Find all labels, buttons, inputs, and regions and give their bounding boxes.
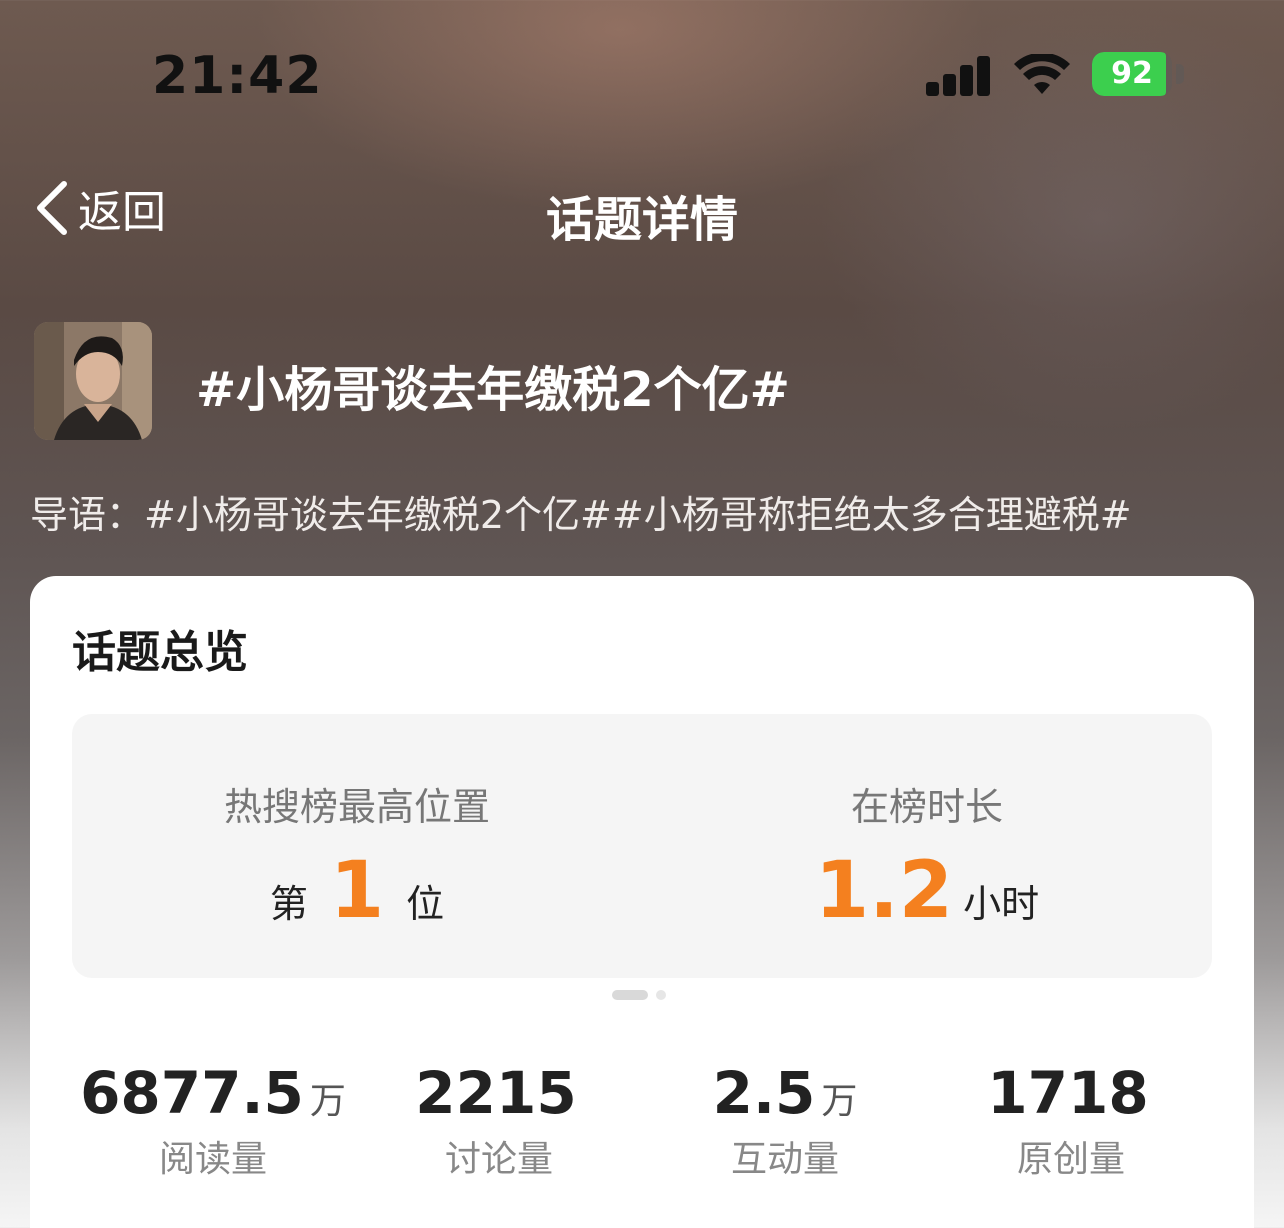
stat-label: 阅读量 — [158, 1138, 267, 1180]
stat-value: 1718 — [987, 1059, 1149, 1127]
rank-label: 热搜榜最高位置 — [223, 785, 490, 829]
stat-label: 讨论量 — [444, 1138, 553, 1180]
rank-number: 1 — [329, 846, 385, 936]
page-dot-active — [612, 990, 648, 1000]
page-dot — [656, 990, 666, 1000]
battery-percent: 92 — [1111, 56, 1153, 91]
stat-unit: 万 — [821, 1081, 858, 1122]
topic-avatar — [34, 322, 152, 440]
overview-title: 话题总览 — [72, 627, 248, 678]
topic-intro: 导语：#小杨哥谈去年缴税2个亿##小杨哥称拒绝太多合理避税# — [30, 493, 1132, 537]
duration-column: 在榜时长 1.2 小时 — [642, 714, 1212, 978]
stat-value: 2.5 — [712, 1059, 816, 1127]
stat-label: 互动量 — [730, 1138, 839, 1180]
rank-suffix: 位 — [406, 882, 445, 926]
page-title: 话题详情 — [545, 192, 738, 248]
duration-number: 1.2 — [814, 846, 954, 936]
rank-prefix: 第 — [269, 882, 308, 926]
rank-value-row: 第 1 位 — [72, 852, 642, 930]
stats-row: 6877.5 万 阅读量 2215 讨论量 2.5 万 互动量 1718 原创量 — [30, 1059, 1254, 1192]
cellular-signal-icon — [926, 54, 992, 96]
stat-value: 6877.5 — [80, 1059, 304, 1127]
status-time: 21:42 — [152, 46, 323, 106]
topic-title: #小杨哥谈去年缴税2个亿# — [196, 362, 790, 418]
page-indicator — [612, 990, 666, 1000]
stat-label: 原创量 — [1016, 1138, 1125, 1180]
stat-reads: 6877.5 万 阅读量 — [60, 1059, 366, 1182]
duration-label: 在榜时长 — [850, 785, 1003, 829]
duration-value-row: 1.2 小时 — [642, 852, 1212, 930]
wifi-icon — [1014, 54, 1070, 94]
stat-value: 2215 — [415, 1059, 577, 1127]
stat-unit: 万 — [309, 1081, 346, 1122]
rank-panel[interactable]: 热搜榜最高位置 第 1 位 在榜时长 1.2 小时 — [72, 714, 1212, 978]
stat-interactions: 2.5 万 互动量 — [632, 1059, 938, 1182]
overview-card: 话题总览 热搜榜最高位置 第 1 位 在榜时长 1.2 小时 6877.5 万 — [30, 576, 1254, 1228]
stat-original: 1718 原创量 — [918, 1059, 1224, 1182]
battery-icon: 92 — [1092, 52, 1172, 96]
stat-discussions: 2215 讨论量 — [346, 1059, 652, 1182]
rank-column: 热搜榜最高位置 第 1 位 — [72, 714, 642, 978]
duration-suffix: 小时 — [963, 882, 1040, 926]
battery-tip — [1176, 64, 1184, 84]
